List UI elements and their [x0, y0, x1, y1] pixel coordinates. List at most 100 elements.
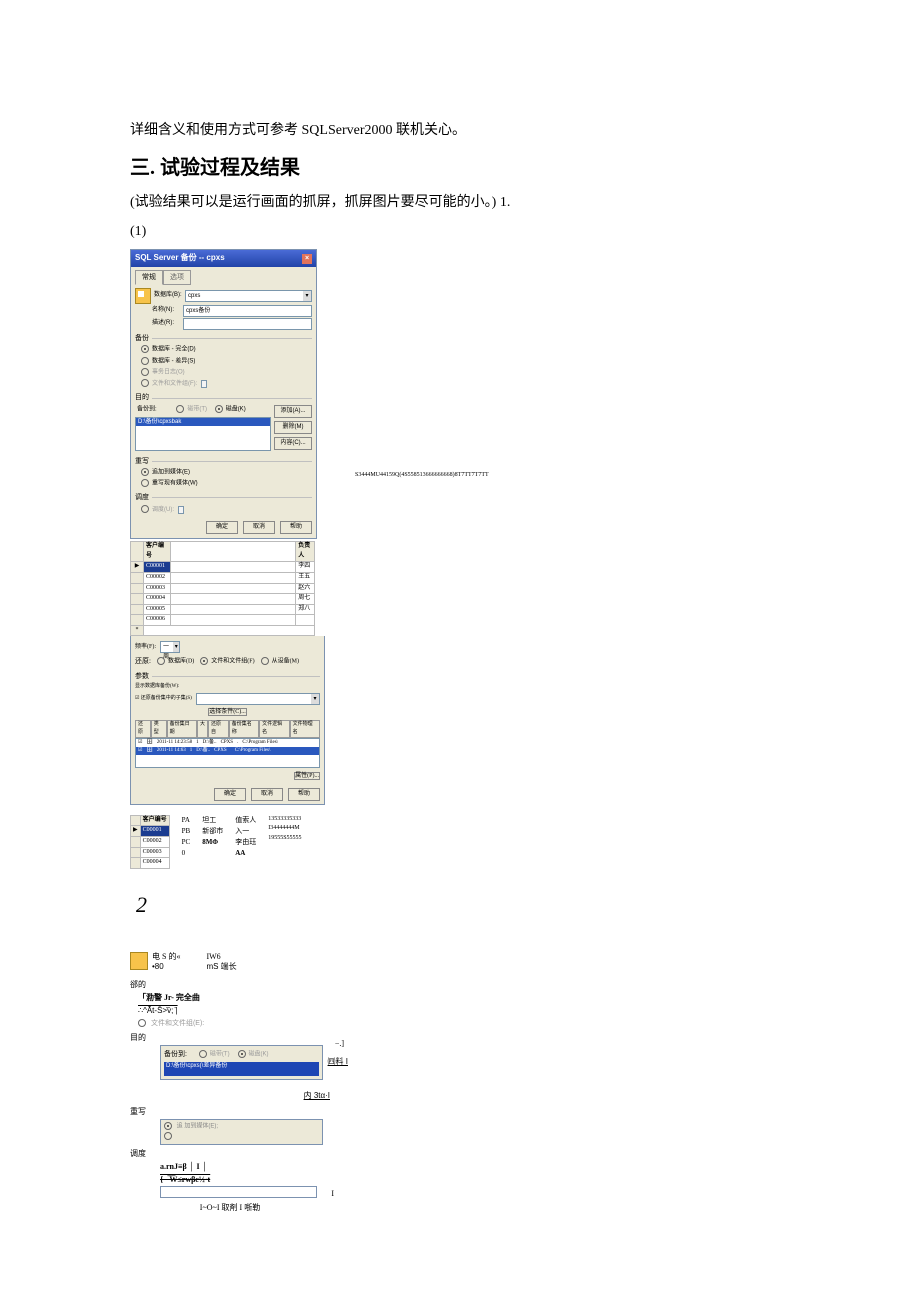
radio-icon[interactable]	[215, 405, 223, 413]
radio-overwrite[interactable]: 重写现有媒体(W)	[152, 481, 198, 487]
radio-tape: 磁带(T)	[187, 406, 207, 412]
table-cell[interactable]: C00004	[140, 858, 169, 869]
customer-table-2: 客户编号 ▶C00001 C00002 C00003 C00004 PA PB …	[130, 815, 550, 869]
close-icon[interactable]: ×	[302, 254, 312, 264]
radio-filegroup2: 文件和文件组(E):	[151, 1020, 204, 1027]
radio-restore-filegroup[interactable]: 文件和文件组(F)	[211, 658, 254, 664]
dialog-titlebar: SQL Server 备份 -- cpxs ×	[131, 250, 316, 267]
properties-button[interactable]: 属性(P)...	[294, 772, 320, 780]
radio-full[interactable]: 数据库 - 完全(D)	[152, 347, 196, 353]
label-show-backup: 显示数据库备份(W):	[135, 683, 320, 691]
radio-append2[interactable]: 追 加到媒体(E);	[177, 1123, 218, 1129]
ok-button[interactable]: 确定	[214, 788, 246, 801]
chevron-down-icon: ▾	[303, 291, 311, 301]
checkbox-first-backup[interactable]: 还原备份集中的子集(S)	[141, 696, 192, 701]
dialog2-footer: I~O~I 取剤 I 哳勒	[130, 1202, 330, 1215]
radio-diff[interactable]: 数据库 - 差异(S)	[152, 358, 195, 364]
radio-icon[interactable]	[141, 357, 149, 365]
radio-icon[interactable]	[200, 657, 208, 665]
cancel-button[interactable]: 取消	[251, 788, 283, 801]
backup-table[interactable]: ☑🗄2011-11 14:23:581D:\备..CPXS.C:\Program…	[135, 738, 320, 768]
radio-icon[interactable]	[141, 479, 149, 487]
radio-disk[interactable]: 磁盘(K)	[226, 406, 246, 412]
subset-dropdown[interactable]: ▾	[196, 693, 320, 705]
screenshot-1-block: SQL Server 备份 -- cpxs × 常规 选项 数据库(B): cp…	[130, 249, 790, 805]
row-selector[interactable]: ▶	[131, 562, 144, 573]
dialog2-r2: ∴^Â̄t-S̄>̄v̄; ̄|	[138, 1005, 330, 1018]
delete-button[interactable]: 删除(M)	[274, 421, 312, 434]
radio-icon	[138, 1019, 146, 1027]
column-c: PA PB PC 0	[182, 815, 191, 860]
dest-pane2: 备份到: 磁带(T) 磁盘(K) D:\备份\cpxs(\差异备份 ㈣料 I	[160, 1045, 323, 1081]
radio-log: 事务日志(O)	[152, 369, 185, 375]
sql-backup-dialog-2: 电 S 的« •80 IW6 mS 端长 郤的 「泐警 Jr- 完全曲 ∴^Â̄…	[130, 952, 330, 1215]
right-btn-2[interactable]: 内 3tα·I	[304, 1091, 330, 1100]
radio-restore-db[interactable]: 数据库(D)	[168, 658, 194, 664]
table-cell[interactable]: C00005	[144, 604, 171, 615]
desc-input[interactable]	[183, 318, 312, 330]
table-cell[interactable]: C00001	[144, 562, 171, 573]
table-cell: 王五	[296, 572, 315, 583]
table-row[interactable]: ☑🗄2011-11 14:631D:\备..CPXSC:\Program Fil…	[136, 747, 319, 755]
radio-icon[interactable]	[164, 1122, 172, 1130]
step-number-2: 2	[136, 887, 790, 922]
checkbox-schedule[interactable]: 调度(U):	[152, 507, 174, 513]
help-button[interactable]: 帮助	[280, 521, 312, 534]
cancel-button[interactable]: 取消	[243, 521, 275, 534]
dest-path[interactable]: D:\备份\cpxsbak	[136, 418, 270, 426]
frequency-dropdown[interactable]: 一周▾	[160, 641, 180, 653]
radio-tape2: 磁带(T)	[210, 1052, 230, 1058]
section-dest: 目的	[135, 392, 149, 403]
schedule-box[interactable]	[160, 1186, 317, 1198]
table-cell[interactable]: C00001	[140, 826, 169, 837]
add-button[interactable]: 添加(A)...	[274, 405, 312, 418]
label-backup-to: 备份到:	[137, 406, 157, 412]
table-cell[interactable]: C00006	[144, 615, 171, 626]
select-criteria-button[interactable]: 选择条件(C)...	[208, 708, 247, 716]
radio-append[interactable]: 追加到媒体(E)	[152, 470, 190, 476]
radio-disk2[interactable]: 磁盘(K)	[249, 1052, 269, 1058]
table-cell[interactable]: C00003	[144, 583, 171, 594]
sub-line-2: (1)	[130, 221, 790, 243]
tab-options[interactable]: 选项	[163, 270, 191, 285]
label-name: 名称(N):	[152, 306, 180, 316]
tab-general[interactable]: 常规	[135, 270, 163, 285]
radio-icon	[141, 379, 149, 387]
radio-icon[interactable]	[157, 657, 165, 665]
table-cell[interactable]: C00003	[140, 847, 169, 858]
radio-restore-device[interactable]: 从设备(M)	[272, 658, 299, 664]
help-button[interactable]: 帮助	[288, 788, 320, 801]
row-selector[interactable]	[131, 542, 144, 562]
dest-path2[interactable]: D:\备份\cpxs(\差异备份	[164, 1062, 319, 1072]
section-header: 三. 试验过程及结果	[130, 152, 790, 184]
table-cell[interactable]: C00004	[144, 594, 171, 605]
label-database: 数据库(B):	[154, 291, 182, 301]
restore-panel: 频率(F): 一周▾ 还原: 数据库(D) 文件和文件组(F) 从设备(M) 参…	[130, 636, 325, 804]
radio-icon[interactable]	[141, 345, 149, 353]
db-icon	[130, 952, 148, 970]
row-selector[interactable]: ▶	[131, 826, 141, 837]
checkbox-icon[interactable]	[141, 505, 149, 513]
add-row[interactable]: *	[131, 625, 144, 636]
content-button[interactable]: 内容(C)...	[274, 437, 312, 450]
table-cell[interactable]: C00002	[140, 837, 169, 848]
table-row[interactable]: ☑🗄2011-11 14:23:581D:\备..CPXS.C:\Program…	[136, 739, 319, 747]
dest-list[interactable]: D:\备份\cpxsbak	[135, 417, 271, 451]
dialog2-right-header: IW6 mS 端长	[206, 952, 236, 971]
radio-icon[interactable]	[261, 657, 269, 665]
column-d: 坦工 新郤市 8MΦ	[202, 815, 223, 849]
section-schedule: 调度	[135, 492, 149, 503]
section-param: 参数	[135, 671, 149, 682]
overwrite-pane2: 追 加到媒体(E);	[160, 1119, 323, 1145]
table-cell[interactable]: C00002	[144, 572, 171, 583]
section-overwrite: 重写	[135, 456, 149, 467]
dest-list2[interactable]: D:\备份\cpxs(\差异备份	[164, 1062, 319, 1076]
radio-icon[interactable]	[238, 1050, 246, 1058]
ok-button[interactable]: 确定	[206, 521, 238, 534]
intro-text: 详细含义和使用方式可参考 SQLServer2000 联机关心。	[130, 120, 790, 142]
database-dropdown[interactable]: cpxs▾	[185, 290, 312, 302]
radio-icon[interactable]	[141, 468, 149, 476]
radio-icon[interactable]	[164, 1132, 172, 1140]
right-btn-1[interactable]: ㈣料 I	[328, 1056, 348, 1069]
name-input[interactable]: cpxs备份	[183, 305, 312, 317]
